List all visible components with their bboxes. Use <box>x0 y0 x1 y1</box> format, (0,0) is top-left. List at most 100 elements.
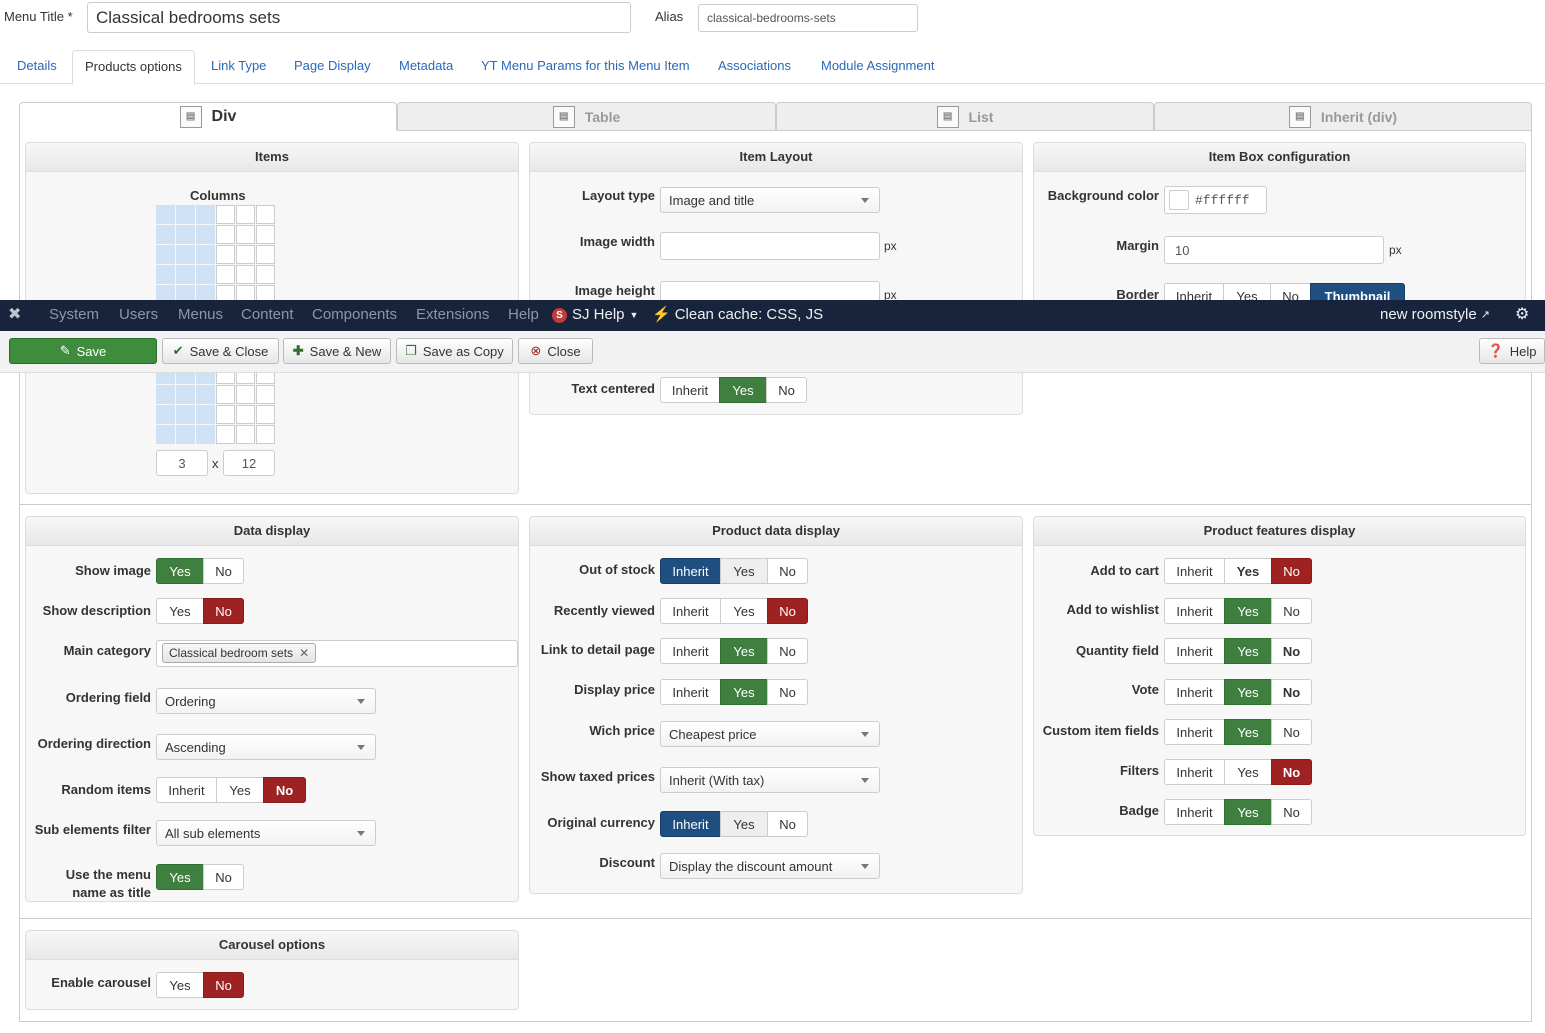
color-swatch[interactable] <box>1169 190 1189 210</box>
original-currency-inherit[interactable]: Inherit <box>660 811 721 837</box>
badge-inherit[interactable]: Inherit <box>1164 799 1225 825</box>
grid-cell[interactable] <box>176 425 195 444</box>
joomla-logo-icon[interactable]: ✖ <box>8 300 21 330</box>
add-to-wishlist-yes[interactable]: Yes <box>1224 598 1272 624</box>
quantity-field-inherit[interactable]: Inherit <box>1164 638 1225 664</box>
grid-cell[interactable] <box>156 385 175 404</box>
grid-cell[interactable] <box>216 225 235 244</box>
add-to-cart-no[interactable]: No <box>1271 558 1312 584</box>
grid-cell[interactable] <box>236 265 255 284</box>
use-menu-name-yes[interactable]: Yes <box>156 864 204 890</box>
tab-page-display[interactable]: Page Display <box>282 50 383 84</box>
nav-help[interactable]: Help <box>508 300 539 330</box>
grid-cell[interactable] <box>216 425 235 444</box>
show-image-no[interactable]: No <box>203 558 244 584</box>
grid-cell[interactable] <box>176 265 195 284</box>
grid-cell[interactable] <box>256 425 275 444</box>
save-new-button[interactable]: ✚ Save & New <box>283 338 391 364</box>
grid-cell[interactable] <box>156 265 175 284</box>
tab-details[interactable]: Details <box>5 50 69 84</box>
vote-yes[interactable]: Yes <box>1224 679 1272 705</box>
show-image-yes[interactable]: Yes <box>156 558 204 584</box>
grid-cell[interactable] <box>196 405 215 424</box>
nav-menus[interactable]: Menus <box>178 300 223 330</box>
grid-cell[interactable] <box>256 405 275 424</box>
add-to-cart-yes[interactable]: Yes <box>1224 558 1272 584</box>
save-button[interactable]: ✎ Save <box>9 338 157 364</box>
grid-cell[interactable] <box>196 265 215 284</box>
menu-title-input[interactable]: Classical bedrooms sets <box>87 2 631 33</box>
vote-inherit[interactable]: Inherit <box>1164 679 1225 705</box>
badge-no[interactable]: No <box>1271 799 1312 825</box>
use-menu-name-no[interactable]: No <box>203 864 244 890</box>
grid-cell[interactable] <box>156 405 175 424</box>
enable-carousel-yes[interactable]: Yes <box>156 972 204 998</box>
grid-cell[interactable] <box>176 405 195 424</box>
nav-components[interactable]: Components <box>312 300 397 330</box>
save-close-button[interactable]: ✔ Save & Close <box>162 338 279 364</box>
grid-cell[interactable] <box>176 245 195 264</box>
random-items-no[interactable]: No <box>263 777 306 803</box>
layout-tab-inherit[interactable]: ▤ Inherit (div) <box>1154 102 1532 131</box>
out-of-stock-no[interactable]: No <box>767 558 808 584</box>
add-to-cart-inherit[interactable]: Inherit <box>1164 558 1225 584</box>
grid-cell[interactable] <box>196 385 215 404</box>
grid-cell[interactable] <box>216 385 235 404</box>
grid-cell[interactable] <box>156 205 175 224</box>
grid-cell[interactable] <box>256 225 275 244</box>
add-to-wishlist-inherit[interactable]: Inherit <box>1164 598 1225 624</box>
out-of-stock-yes[interactable]: Yes <box>720 558 768 584</box>
rows-count-input[interactable]: 12 <box>223 450 275 476</box>
grid-cell[interactable] <box>196 205 215 224</box>
vote-no[interactable]: No <box>1271 679 1312 705</box>
gear-icon[interactable]: ⚙ <box>1515 300 1529 330</box>
grid-cell[interactable] <box>236 245 255 264</box>
nav-clean-cache[interactable]: ⚡ Clean cache: CSS, JS <box>652 300 823 330</box>
text-centered-yes[interactable]: Yes <box>719 377 767 403</box>
tab-products-options[interactable]: Products options <box>72 50 195 85</box>
display-price-yes[interactable]: Yes <box>720 679 768 705</box>
recently-viewed-no[interactable]: No <box>767 598 808 624</box>
link-detail-yes[interactable]: Yes <box>720 638 768 664</box>
show-taxed-select[interactable]: Inherit (With tax) <box>660 767 880 793</box>
grid-cell[interactable] <box>236 205 255 224</box>
quantity-field-yes[interactable]: Yes <box>1224 638 1272 664</box>
filters-yes[interactable]: Yes <box>1224 759 1272 785</box>
grid-cell[interactable] <box>216 245 235 264</box>
tab-yt-menu-params[interactable]: YT Menu Params for this Menu Item <box>469 50 702 84</box>
grid-cell[interactable] <box>176 385 195 404</box>
link-detail-no[interactable]: No <box>767 638 808 664</box>
display-price-inherit[interactable]: Inherit <box>660 679 721 705</box>
tab-link-type[interactable]: Link Type <box>199 50 278 84</box>
ordering-direction-select[interactable]: Ascending <box>156 734 376 760</box>
original-currency-no[interactable]: No <box>767 811 808 837</box>
ordering-field-select[interactable]: Ordering <box>156 688 376 714</box>
grid-cell[interactable] <box>156 245 175 264</box>
custom-fields-yes[interactable]: Yes <box>1224 719 1272 745</box>
grid-cell[interactable] <box>216 265 235 284</box>
filters-no[interactable]: No <box>1271 759 1312 785</box>
grid-cell[interactable] <box>236 225 255 244</box>
grid-cell[interactable] <box>196 425 215 444</box>
layout-tab-table[interactable]: ▤ Table <box>397 102 776 131</box>
recently-viewed-inherit[interactable]: Inherit <box>660 598 721 624</box>
layout-type-select[interactable]: Image and title <box>660 187 880 213</box>
layout-tab-div[interactable]: ▤ Div <box>19 102 397 131</box>
add-to-wishlist-no[interactable]: No <box>1271 598 1312 624</box>
nav-extensions[interactable]: Extensions <box>416 300 489 330</box>
tab-module-assignment[interactable]: Module Assignment <box>809 50 946 84</box>
show-description-no[interactable]: No <box>203 598 244 624</box>
columns-count-input[interactable]: 3 <box>156 450 208 476</box>
quantity-field-no[interactable]: No <box>1271 638 1312 664</box>
out-of-stock-inherit[interactable]: Inherit <box>660 558 721 584</box>
grid-cell[interactable] <box>156 425 175 444</box>
layout-tab-list[interactable]: ▤ List <box>776 102 1154 131</box>
custom-fields-no[interactable]: No <box>1271 719 1312 745</box>
recently-viewed-yes[interactable]: Yes <box>720 598 768 624</box>
tab-associations[interactable]: Associations <box>706 50 803 84</box>
columns-grid-lower[interactable] <box>156 365 275 444</box>
badge-yes[interactable]: Yes <box>1224 799 1272 825</box>
custom-fields-inherit[interactable]: Inherit <box>1164 719 1225 745</box>
wich-price-select[interactable]: Cheapest price <box>660 721 880 747</box>
save-copy-button[interactable]: ❐ Save as Copy <box>396 338 513 364</box>
